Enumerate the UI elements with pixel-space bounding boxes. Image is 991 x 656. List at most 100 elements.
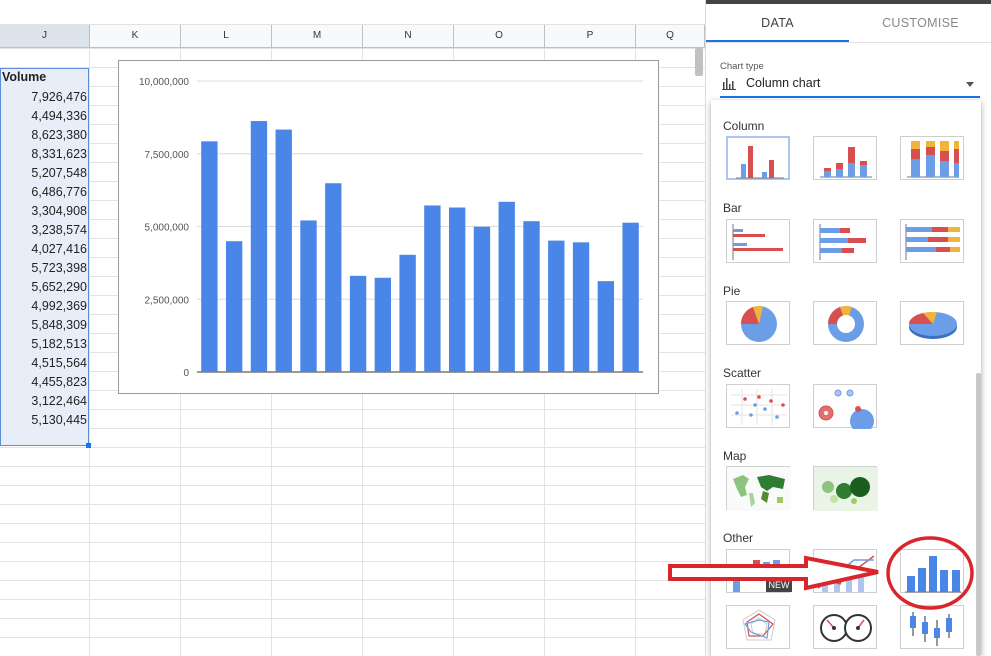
- chart-bar[interactable]: [473, 226, 491, 372]
- scatter-chart-option[interactable]: [726, 384, 790, 428]
- stacked-column-chart-option[interactable]: [813, 136, 877, 180]
- row-gridline: [0, 504, 705, 505]
- chart-bar[interactable]: [300, 220, 317, 372]
- volume-cell[interactable]: 4,455,823: [0, 373, 87, 392]
- volume-cell[interactable]: 4,515,564: [0, 354, 87, 373]
- chart-bar[interactable]: [597, 281, 615, 372]
- chart-bar[interactable]: [275, 129, 292, 372]
- candlestick-chart-option[interactable]: [900, 605, 964, 649]
- bar-chart-option[interactable]: [726, 219, 790, 263]
- section-map: Map: [723, 449, 747, 463]
- row-gridline: [0, 428, 705, 429]
- volume-cell[interactable]: 5,130,445: [0, 411, 87, 430]
- volume-cell[interactable]: 7,926,476: [0, 88, 87, 107]
- histogram-chart-option[interactable]: [900, 549, 964, 593]
- row-gridline: [0, 637, 705, 638]
- doughnut-chart-option[interactable]: [813, 301, 877, 345]
- row-gridline: [0, 447, 705, 448]
- volume-header-cell[interactable]: Volume: [0, 68, 89, 87]
- section-column: Column: [723, 119, 765, 133]
- radar-chart-option[interactable]: [726, 605, 790, 649]
- volume-cell[interactable]: 3,304,908: [0, 202, 87, 221]
- geo-bubble-chart-option[interactable]: [813, 466, 878, 511]
- section-scatter: Scatter: [723, 366, 762, 380]
- formula-bar-edge: [0, 0, 705, 25]
- chart-editor-panel: DATA CUSTOMISE Chart type Column chart C…: [705, 0, 991, 656]
- tab-customise[interactable]: CUSTOMISE: [849, 4, 991, 42]
- volume-cell[interactable]: 5,182,513: [0, 335, 87, 354]
- column-header-m[interactable]: M: [272, 25, 363, 47]
- column-header-q[interactable]: Q: [636, 25, 705, 47]
- new-badge: NEW: [766, 578, 792, 592]
- chart-bar[interactable]: [548, 240, 565, 372]
- volume-cell[interactable]: 4,027,416: [0, 240, 87, 259]
- 100-percent-bar-chart-option[interactable]: [900, 219, 964, 263]
- 3d-pie-chart-option[interactable]: [900, 301, 964, 345]
- section-other: Other: [723, 531, 754, 545]
- combo-chart-option[interactable]: [813, 549, 877, 593]
- chart-bar[interactable]: [448, 207, 466, 372]
- column-header-p[interactable]: P: [545, 25, 636, 47]
- chart-bar[interactable]: [399, 254, 416, 372]
- row-gridline: [0, 485, 705, 486]
- chart-bar[interactable]: [622, 222, 639, 372]
- bubble-chart-option[interactable]: [813, 384, 877, 429]
- geo-chart-option[interactable]: [726, 466, 791, 511]
- volume-cell[interactable]: 8,623,380: [0, 126, 87, 145]
- tab-data[interactable]: DATA: [706, 4, 849, 42]
- column-header-n[interactable]: N: [363, 25, 454, 47]
- stacked-bar-chart-option[interactable]: [813, 219, 877, 263]
- tab-divider: [706, 42, 991, 43]
- dropdown-scrollbar[interactable]: [976, 373, 981, 656]
- 100-percent-column-chart-option[interactable]: [900, 136, 964, 180]
- sheet-scrollbar[interactable]: [695, 48, 703, 76]
- column-header-row: J K L M N O P Q: [0, 25, 705, 48]
- column-header-j[interactable]: J: [0, 25, 90, 47]
- column-gridline: [89, 48, 90, 656]
- chart-bar[interactable]: [325, 183, 342, 372]
- row-gridline: [0, 618, 705, 619]
- volume-cell[interactable]: 5,723,398: [0, 259, 87, 278]
- volume-cell[interactable]: 5,207,548: [0, 164, 87, 183]
- chart-bar[interactable]: [498, 201, 515, 372]
- chart-bar[interactable]: [424, 205, 441, 372]
- column-header-k[interactable]: K: [90, 25, 181, 47]
- chart-type-label: Chart type: [720, 61, 764, 72]
- chart-bar[interactable]: [250, 121, 268, 372]
- y-tick-label: 0: [183, 368, 189, 379]
- volume-cell[interactable]: 3,238,574: [0, 221, 87, 240]
- chart-bar[interactable]: [374, 277, 392, 372]
- volume-cell[interactable]: 6,486,776: [0, 183, 87, 202]
- section-bar: Bar: [723, 201, 742, 215]
- chart-type-select[interactable]: Column chart: [720, 72, 980, 98]
- pie-chart-option[interactable]: [726, 301, 790, 345]
- embedded-column-chart[interactable]: 0 2,500,000 5,000,000 7,500,000 10,000,000: [118, 60, 659, 394]
- volume-cell[interactable]: 4,494,336: [0, 107, 87, 126]
- y-tick-label: 2,500,000: [145, 295, 190, 306]
- row-gridline: [0, 599, 705, 600]
- column-header-o[interactable]: O: [454, 25, 545, 47]
- volume-cell[interactable]: 5,652,290: [0, 278, 87, 297]
- volume-cell[interactable]: 4,992,369: [0, 297, 87, 316]
- y-tick-label: 7,500,000: [145, 150, 190, 161]
- row-gridline: [0, 466, 705, 467]
- gauge-chart-option[interactable]: [813, 605, 877, 649]
- section-pie: Pie: [723, 284, 741, 298]
- column-chart-icon: [722, 78, 736, 90]
- row-gridline: [0, 542, 705, 543]
- column-chart-option[interactable]: [726, 136, 790, 180]
- spreadsheet: J K L M N O P Q Volume 7,926,476 4,494,33…: [0, 0, 705, 656]
- row-gridline: [0, 48, 705, 49]
- chart-type-dropdown: Column Bar Pie Scatter Map Other NEW: [711, 100, 981, 656]
- volume-cell[interactable]: 3,122,464: [0, 392, 87, 411]
- chart-bar[interactable]: [572, 242, 590, 372]
- volume-cell[interactable]: 8,331,623: [0, 145, 87, 164]
- chart-bar[interactable]: [523, 221, 540, 372]
- chart-bar[interactable]: [349, 275, 367, 372]
- fill-handle[interactable]: [86, 443, 91, 448]
- chart-bar[interactable]: [225, 241, 243, 372]
- volume-cell[interactable]: 5,848,309: [0, 316, 87, 335]
- chart-bar[interactable]: [201, 141, 218, 372]
- row-gridline: [0, 523, 705, 524]
- column-header-l[interactable]: L: [181, 25, 272, 47]
